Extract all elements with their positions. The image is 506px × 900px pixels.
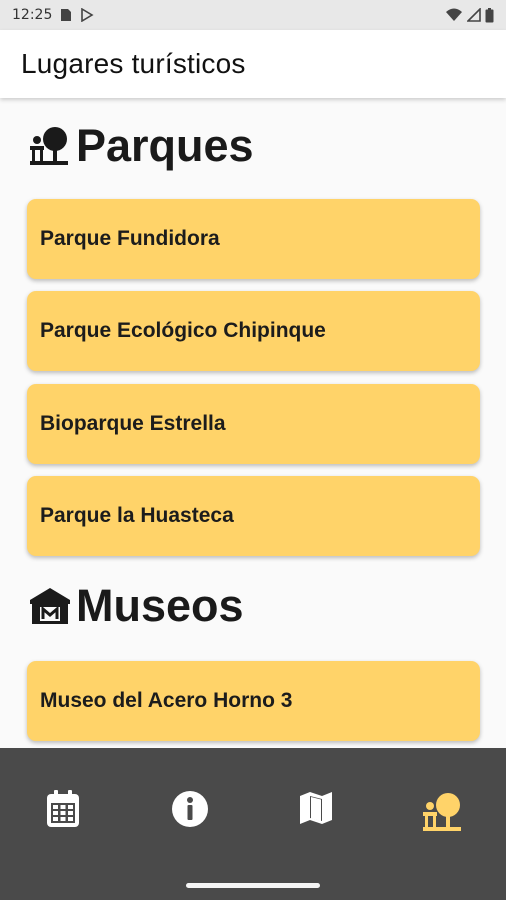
status-time: 12:25 — [12, 7, 53, 23]
list-item[interactable]: Parque la Huasteca — [27, 476, 480, 556]
calendar-icon — [47, 790, 80, 827]
section-title: Museos — [76, 580, 244, 631]
page-title: Lugares turísticos — [21, 48, 246, 79]
list-item-label: Parque Fundidora — [40, 227, 220, 250]
list-item-label: Museo del Acero Horno 3 — [40, 689, 293, 712]
status-bar: 12:25 — [0, 0, 506, 30]
nav-item-info[interactable] — [127, 790, 254, 828]
section-title: Parques — [76, 120, 254, 171]
battery-icon — [485, 7, 494, 22]
home-gesture-bar[interactable] — [186, 883, 320, 888]
list-item[interactable]: Bioparque Estrella — [27, 384, 480, 464]
list-item-label: Parque Ecológico Chipinque — [40, 319, 326, 342]
park-icon — [422, 793, 461, 831]
wifi-icon — [446, 8, 462, 21]
list-item[interactable]: Parque Ecológico Chipinque — [27, 291, 480, 371]
places-list[interactable]: Parques Parque Fundidora Parque Ecológic… — [0, 98, 506, 748]
section-header-parques: Parques — [28, 120, 254, 172]
map-icon — [300, 792, 333, 824]
museum-icon — [30, 588, 70, 624]
play-store-icon — [81, 8, 94, 22]
list-item-label: Bioparque Estrella — [40, 412, 226, 435]
section-header-museos: Museos — [28, 580, 244, 632]
app-bar: Lugares turísticos — [0, 30, 506, 98]
list-item[interactable]: Museo del Acero Horno 3 — [27, 661, 480, 741]
park-icon — [30, 127, 68, 165]
signal-icon — [467, 8, 481, 22]
nav-item-calendar[interactable] — [0, 790, 127, 828]
info-icon — [171, 791, 208, 827]
bottom-navigation — [0, 748, 506, 870]
list-item[interactable]: Parque Fundidora — [27, 199, 480, 279]
list-item-label: Parque la Huasteca — [40, 504, 234, 527]
sim-card-icon — [61, 9, 72, 21]
nav-item-places[interactable] — [380, 790, 506, 834]
nav-item-map[interactable] — [253, 790, 380, 826]
